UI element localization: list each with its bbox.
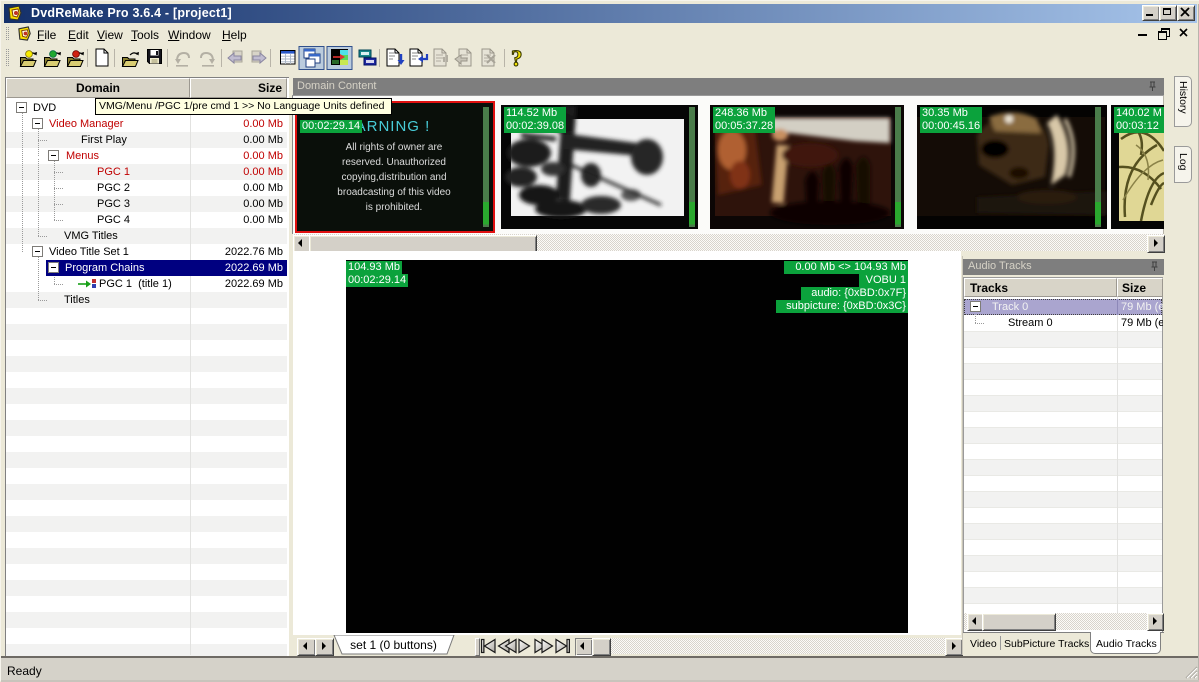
svg-text:?: ? [511, 46, 523, 71]
